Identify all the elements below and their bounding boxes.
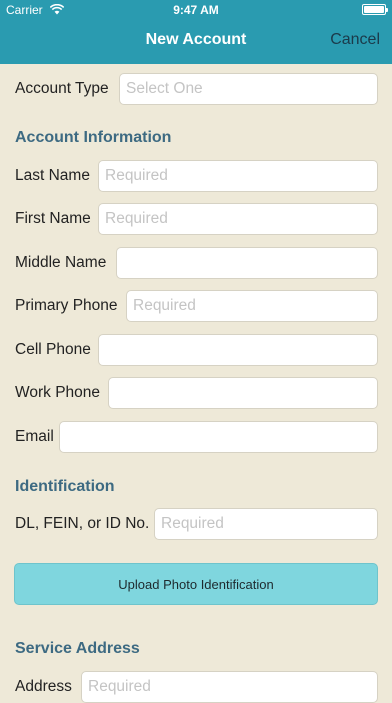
email-label: Email xyxy=(15,428,54,445)
cell-phone-label: Cell Phone xyxy=(15,341,91,358)
address-field[interactable] xyxy=(81,671,378,703)
id-number-row: DL, FEIN, or ID No. xyxy=(15,508,378,540)
email-field[interactable] xyxy=(59,421,378,453)
cell-phone-row: Cell Phone xyxy=(15,334,378,366)
last-name-row: Last Name xyxy=(15,160,378,192)
battery-icon xyxy=(362,4,388,15)
email-row: Email xyxy=(15,421,378,453)
first-name-label: First Name xyxy=(15,210,91,227)
address-label: Address xyxy=(15,678,72,695)
primary-phone-field[interactable] xyxy=(126,290,378,322)
nav-bar: Carrier 9:47 AM New Account Cancel xyxy=(0,0,392,64)
clock: 9:47 AM xyxy=(173,3,219,17)
cancel-button[interactable]: Cancel xyxy=(330,31,380,49)
id-number-label: DL, FEIN, or ID No. xyxy=(15,515,150,532)
first-name-field[interactable] xyxy=(98,203,378,235)
account-type-select[interactable] xyxy=(119,73,378,105)
first-name-row: First Name xyxy=(15,203,378,235)
section-title-service-address: Service Address xyxy=(15,640,140,657)
work-phone-row: Work Phone xyxy=(15,377,378,409)
middle-name-label: Middle Name xyxy=(15,254,107,271)
primary-phone-label: Primary Phone xyxy=(15,297,118,314)
address-row: Address xyxy=(15,671,378,703)
last-name-label: Last Name xyxy=(15,167,90,184)
cell-phone-field[interactable] xyxy=(98,334,378,366)
status-bar: Carrier 9:47 AM xyxy=(0,0,392,20)
account-type-label: Account Type xyxy=(15,80,109,97)
section-title-identification: Identification xyxy=(15,478,115,495)
work-phone-field[interactable] xyxy=(108,377,378,409)
id-number-field[interactable] xyxy=(154,508,378,540)
middle-name-row: Middle Name xyxy=(15,247,378,279)
last-name-field[interactable] xyxy=(98,160,378,192)
middle-name-field[interactable] xyxy=(116,247,378,279)
section-title-account-information: Account Information xyxy=(15,129,172,146)
upload-photo-id-button[interactable]: Upload Photo Identification xyxy=(14,563,378,605)
primary-phone-row: Primary Phone xyxy=(15,290,378,322)
work-phone-label: Work Phone xyxy=(15,384,101,401)
account-type-row: Account Type xyxy=(15,73,378,105)
